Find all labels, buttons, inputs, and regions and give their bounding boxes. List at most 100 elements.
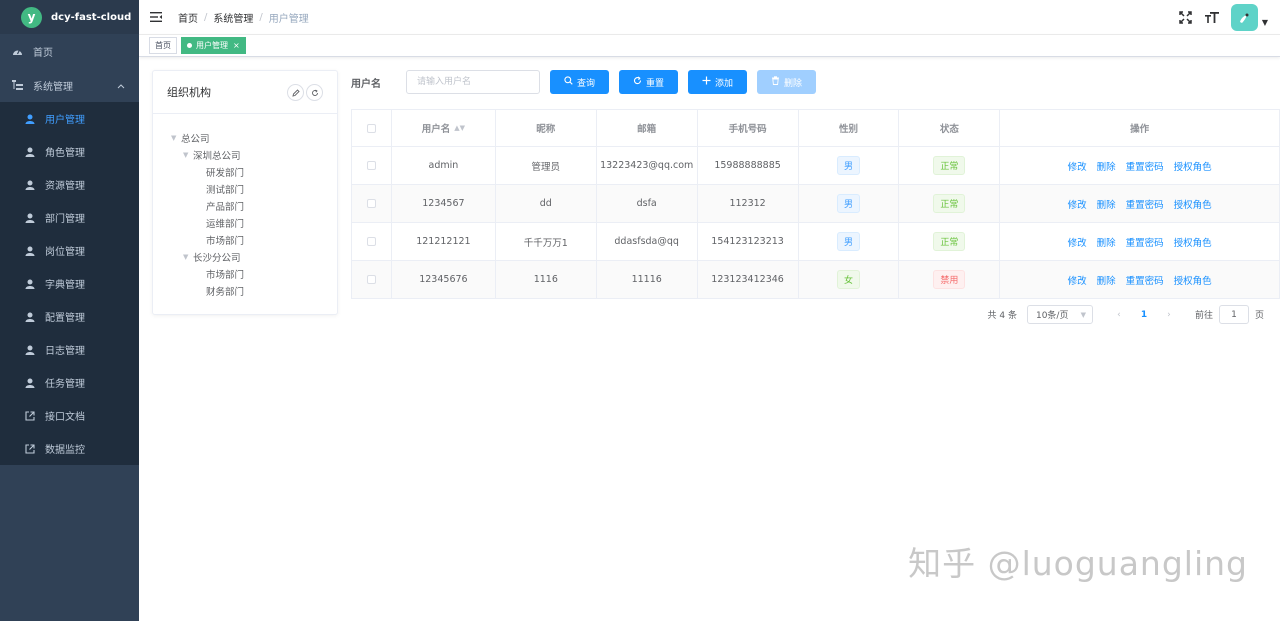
edit-link[interactable]: 修改: [1068, 235, 1087, 249]
tree-node[interactable]: 运维部门: [153, 214, 337, 231]
delete-button[interactable]: 删除: [757, 70, 816, 94]
logo[interactable]: y dcy-fast-cloud: [0, 0, 139, 34]
delete-link[interactable]: 删除: [1097, 197, 1116, 211]
tree-node[interactable]: 市场部门: [153, 231, 337, 248]
sidebar-item-departments[interactable]: 部门管理: [0, 201, 139, 234]
page-number[interactable]: 1: [1131, 310, 1157, 320]
assign-role-link[interactable]: 授权角色: [1174, 235, 1212, 249]
goto-label: 前往: [1194, 311, 1213, 321]
tag-users[interactable]: 用户管理 ×: [181, 37, 246, 54]
assign-role-link[interactable]: 授权角色: [1174, 159, 1212, 173]
sidebar-item-tasks[interactable]: 任务管理: [0, 366, 139, 399]
sidebar-item-label: 资源管理: [45, 181, 85, 192]
row-checkbox[interactable]: [366, 199, 376, 208]
sort-icon[interactable]: ▲▼: [454, 124, 465, 132]
header-label: 用户名: [421, 124, 451, 135]
plus-icon: [702, 76, 711, 88]
header-email: 邮箱: [597, 110, 698, 146]
cell-email: 13223423@qq.com: [597, 147, 698, 184]
sidebar-item-config[interactable]: 配置管理: [0, 300, 139, 333]
row-checkbox[interactable]: [366, 275, 376, 284]
logo-icon: y: [21, 6, 42, 28]
app-title: dcy-fast-cloud: [51, 11, 132, 23]
sidebar-item-dictionary[interactable]: 字典管理: [0, 267, 139, 300]
sidebar-item-system[interactable]: 系统管理: [0, 68, 139, 102]
delete-link[interactable]: 删除: [1097, 273, 1116, 287]
add-button[interactable]: 添加: [688, 70, 747, 94]
tree-node[interactable]: 产品部门: [153, 197, 337, 214]
status-badge: 正常: [933, 156, 966, 175]
sidebar-item-users[interactable]: 用户管理: [0, 102, 139, 135]
table-row: 1234567 dd dsfa 112312 男 正常 修改 删除 重置密码 授…: [352, 185, 1280, 223]
tree-node[interactable]: 财务部门: [153, 282, 337, 299]
close-icon[interactable]: ×: [233, 41, 240, 50]
row-checkbox[interactable]: [366, 237, 376, 246]
dashboard-icon: [12, 46, 23, 57]
row-select-cell: [352, 261, 392, 298]
header-label: 状态: [939, 124, 959, 135]
page-content: 组织机构 ▼ 总公司 ▼ 深圳总公司 研发部门 测试部门 产品部门 运维部门 市场部…: [139, 57, 1280, 621]
header-username[interactable]: 用户名 ▲▼: [392, 110, 496, 146]
sidebar-item-monitor[interactable]: 数据监控: [0, 432, 139, 465]
next-page-button[interactable]: ›: [1157, 310, 1181, 320]
reset-password-link[interactable]: 重置密码: [1126, 235, 1164, 249]
tree-node[interactable]: ▼ 深圳总公司: [153, 146, 337, 163]
fullscreen-icon[interactable]: [1179, 11, 1193, 25]
query-button[interactable]: 查询: [550, 70, 609, 94]
tree-node-label: 长沙分公司: [193, 252, 241, 264]
page-size-select[interactable]: 10条/页 ▼: [1026, 305, 1093, 324]
sidebar-item-roles[interactable]: 角色管理: [0, 135, 139, 168]
breadcrumb-current: 用户管理: [268, 13, 309, 25]
search-form: 用户名 查询 重置 添加 删除: [351, 70, 826, 94]
row-select-cell: [352, 185, 392, 222]
tree-node-label: 市场部门: [206, 269, 245, 281]
reset-password-link[interactable]: 重置密码: [1126, 197, 1164, 211]
sidebar-item-api-docs[interactable]: 接口文档: [0, 399, 139, 432]
reset-password-link[interactable]: 重置密码: [1126, 159, 1164, 173]
edit-link[interactable]: 修改: [1068, 159, 1087, 173]
breadcrumb-separator: /: [259, 11, 263, 23]
hamburger-icon[interactable]: [150, 12, 162, 23]
table-row: 12345676 1116 11116 123123412346 女 禁用 修改…: [352, 261, 1280, 299]
user-icon: [24, 212, 35, 223]
org-tree-card: 组织机构 ▼ 总公司 ▼ 深圳总公司 研发部门 测试部门 产品部门 运维部门 市场部…: [152, 70, 338, 315]
username-search-input[interactable]: [406, 70, 540, 94]
tree-node[interactable]: ▼ 长沙分公司: [153, 248, 337, 265]
edit-link[interactable]: 修改: [1068, 273, 1087, 287]
tree-node[interactable]: 研发部门: [153, 163, 337, 180]
breadcrumb-home[interactable]: 首页: [178, 10, 198, 25]
tree-node[interactable]: 市场部门: [153, 265, 337, 282]
prev-page-button[interactable]: ‹: [1107, 310, 1131, 320]
sidebar-item-home[interactable]: 首页: [0, 34, 139, 68]
header-label: 昵称: [536, 124, 556, 135]
select-all-checkbox[interactable]: [366, 123, 376, 133]
tree-node[interactable]: 测试部门: [153, 180, 337, 197]
tag-home[interactable]: 首页: [149, 37, 177, 54]
header-label: 操作: [1130, 124, 1150, 135]
user-icon: [24, 377, 35, 388]
font-size-icon[interactable]: [1204, 11, 1219, 25]
edit-link[interactable]: 修改: [1068, 197, 1087, 211]
goto-page-input[interactable]: 1: [1218, 305, 1249, 324]
table-row: 121212121 千千万万1 ddasfsda@qq 154123123213…: [352, 223, 1280, 261]
sidebar-item-logs[interactable]: 日志管理: [0, 333, 139, 366]
breadcrumb-system[interactable]: 系统管理: [213, 10, 253, 25]
cell-status: 正常: [899, 185, 1001, 222]
avatar[interactable]: [1230, 4, 1258, 31]
assign-role-link[interactable]: 授权角色: [1174, 197, 1212, 211]
tree-node[interactable]: ▼ 总公司: [153, 129, 337, 146]
row-checkbox[interactable]: [366, 161, 376, 170]
caret-down-icon[interactable]: ▼: [1262, 18, 1268, 27]
sidebar-item-positions[interactable]: 岗位管理: [0, 234, 139, 267]
delete-link[interactable]: 删除: [1097, 235, 1116, 249]
tree-node-label: 市场部门: [206, 235, 245, 247]
refresh-button[interactable]: [306, 84, 323, 101]
edit-button[interactable]: [287, 84, 304, 101]
tree-node-label: 运维部门: [206, 218, 245, 230]
assign-role-link[interactable]: 授权角色: [1174, 273, 1212, 287]
sidebar-item-resources[interactable]: 资源管理: [0, 168, 139, 201]
reset-password-link[interactable]: 重置密码: [1126, 273, 1164, 287]
reset-button[interactable]: 重置: [619, 70, 678, 94]
header-label: 手机号码: [728, 124, 767, 135]
delete-link[interactable]: 删除: [1097, 159, 1116, 173]
